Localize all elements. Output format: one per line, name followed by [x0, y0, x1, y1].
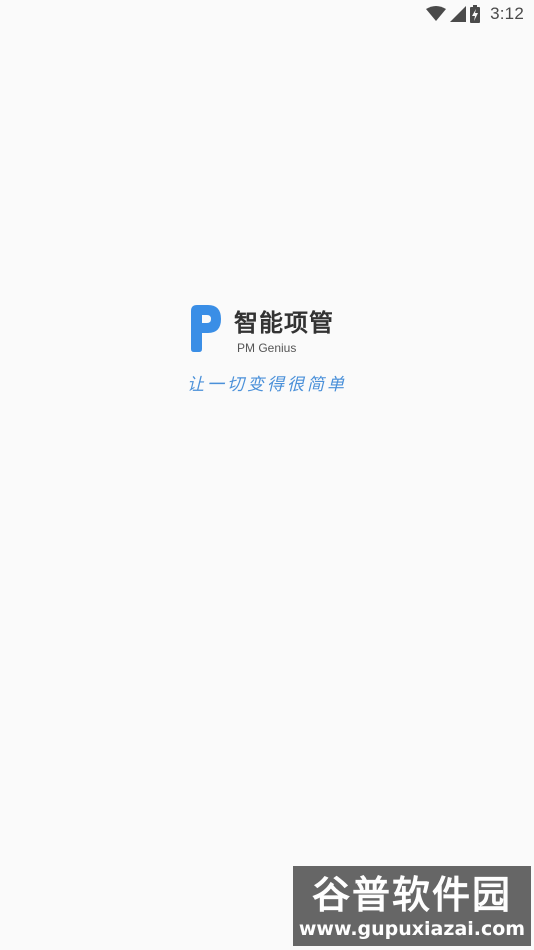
slogan: 让一切变得很简单 [187, 375, 347, 395]
watermark: 谷普软件园 www.gupuxiazai.com [293, 866, 531, 946]
signal-icon [450, 6, 467, 22]
splash-content: 智能项管 PM Genius 让一切变得很简单 [0, 300, 534, 410]
watermark-title: 谷普软件园 [311, 873, 512, 917]
p-logo-icon [188, 303, 224, 353]
brand-subtitle: PM Genius [237, 341, 297, 355]
watermark-url: www.gupuxiazai.com [298, 918, 526, 940]
status-bar: 3:12 [0, 0, 534, 28]
battery-charging-icon [470, 5, 481, 23]
status-time: 3:12 [490, 4, 524, 23]
brand-name: 智能项管 [234, 309, 334, 337]
wifi-icon [426, 6, 447, 22]
brand-logo: 智能项管 PM Genius [188, 303, 348, 355]
status-icons: 3:12 [426, 4, 524, 24]
